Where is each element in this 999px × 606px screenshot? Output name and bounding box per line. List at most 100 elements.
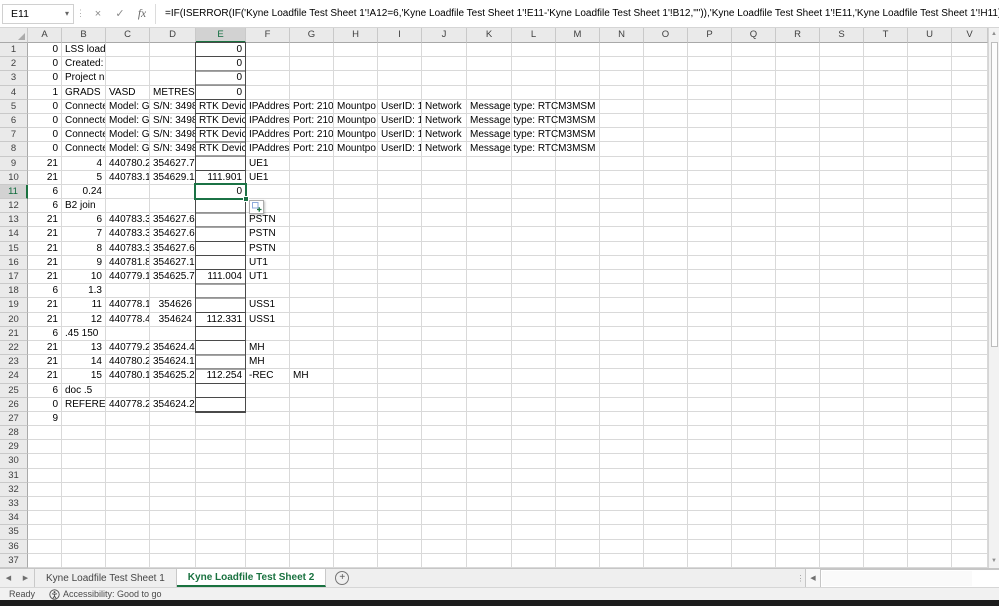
cell-N22[interactable] — [600, 340, 644, 356]
cell-H16[interactable] — [334, 255, 378, 270]
cell-L1[interactable] — [512, 43, 556, 58]
cell-P1[interactable] — [688, 43, 732, 58]
cell-A16[interactable]: 21 — [28, 255, 62, 270]
cell-O32[interactable] — [644, 482, 688, 497]
cell-O21[interactable] — [644, 326, 688, 341]
cell-M25[interactable] — [556, 383, 600, 398]
enter-icon[interactable]: ✓ — [109, 4, 131, 24]
cell-A35[interactable] — [28, 525, 62, 540]
cell-M24[interactable] — [556, 369, 600, 384]
cell-G31[interactable] — [290, 468, 334, 483]
cell-P34[interactable] — [688, 511, 732, 526]
cell-O22[interactable] — [644, 340, 688, 356]
cell-M30[interactable] — [556, 454, 600, 469]
cell-V32[interactable] — [952, 482, 988, 497]
cell-H31[interactable] — [334, 468, 378, 483]
cell-V2[interactable] — [952, 57, 988, 72]
cell-Q35[interactable] — [732, 525, 776, 540]
cell-S3[interactable] — [820, 71, 864, 86]
cell-B6[interactable]: Connecte — [62, 113, 106, 129]
cell-J16[interactable] — [422, 255, 467, 270]
cell-Q2[interactable] — [732, 57, 776, 72]
cell-O4[interactable] — [644, 85, 688, 100]
cell-T1[interactable] — [864, 43, 908, 58]
cell-I17[interactable] — [378, 270, 422, 285]
col-header-P[interactable]: P — [688, 28, 732, 43]
cell-O3[interactable] — [644, 71, 688, 86]
cell-K15[interactable] — [467, 241, 512, 256]
cell-J25[interactable] — [422, 383, 467, 398]
cell-Q3[interactable] — [732, 71, 776, 86]
cell-S26[interactable] — [820, 397, 864, 412]
cell-C23[interactable]: 440780.2 — [106, 355, 150, 370]
cell-N21[interactable] — [600, 326, 644, 341]
cell-C31[interactable] — [106, 468, 150, 483]
cell-C36[interactable] — [106, 539, 150, 554]
cell-P23[interactable] — [688, 355, 732, 370]
cell-E14[interactable] — [196, 227, 246, 242]
cell-U9[interactable] — [908, 156, 952, 171]
cell-E24[interactable]: 112.254 — [196, 369, 246, 384]
cell-T35[interactable] — [864, 525, 908, 540]
cell-F7[interactable]: IPAddres: — [246, 128, 290, 143]
cell-L30[interactable] — [512, 454, 556, 469]
cell-S20[interactable] — [820, 312, 864, 327]
cell-P17[interactable] — [688, 270, 732, 285]
cell-V9[interactable] — [952, 156, 988, 171]
cell-M27[interactable] — [556, 411, 600, 427]
cell-B33[interactable] — [62, 497, 106, 512]
cell-E27[interactable] — [196, 411, 246, 427]
cell-J35[interactable] — [422, 525, 467, 540]
cell-I8[interactable]: UserID: 1 — [378, 142, 422, 157]
cell-I23[interactable] — [378, 355, 422, 370]
cell-A23[interactable]: 21 — [28, 355, 62, 370]
cell-A1[interactable]: 0 — [28, 43, 62, 58]
cell-Q34[interactable] — [732, 511, 776, 526]
cell-H21[interactable] — [334, 326, 378, 341]
cell-J2[interactable] — [422, 57, 467, 72]
cell-E7[interactable]: RTK Device: — [196, 128, 246, 143]
cell-S37[interactable] — [820, 553, 864, 568]
cell-P10[interactable] — [688, 170, 732, 185]
cell-J6[interactable]: Network — [422, 113, 467, 129]
cell-A24[interactable]: 21 — [28, 369, 62, 384]
col-header-T[interactable]: T — [864, 28, 908, 43]
cell-V13[interactable] — [952, 213, 988, 228]
cell-I13[interactable] — [378, 213, 422, 228]
cell-F20[interactable]: USS1 — [246, 312, 290, 327]
cell-D24[interactable]: 354625.2 — [150, 369, 196, 384]
cell-Q15[interactable] — [732, 241, 776, 256]
cell-S5[interactable] — [820, 99, 864, 114]
cell-L10[interactable] — [512, 170, 556, 185]
cell-K26[interactable] — [467, 397, 512, 412]
cell-U33[interactable] — [908, 497, 952, 512]
cell-L4[interactable] — [512, 85, 556, 100]
cell-F13[interactable]: PSTN — [246, 213, 290, 228]
row-header-23[interactable]: 23 — [0, 355, 28, 370]
cell-U8[interactable] — [908, 142, 952, 157]
row-header-33[interactable]: 33 — [0, 497, 28, 512]
row-header-36[interactable]: 36 — [0, 539, 28, 554]
cell-U13[interactable] — [908, 213, 952, 228]
cell-K13[interactable] — [467, 213, 512, 228]
cell-R14[interactable] — [776, 227, 820, 242]
cell-U35[interactable] — [908, 525, 952, 540]
cell-I4[interactable] — [378, 85, 422, 100]
cell-N34[interactable] — [600, 511, 644, 526]
cell-U24[interactable] — [908, 369, 952, 384]
cell-P4[interactable] — [688, 85, 732, 100]
cell-H20[interactable] — [334, 312, 378, 327]
cell-P19[interactable] — [688, 298, 732, 313]
cell-H37[interactable] — [334, 553, 378, 568]
cell-G21[interactable] — [290, 326, 334, 341]
cell-A6[interactable]: 0 — [28, 113, 62, 129]
cell-F4[interactable] — [246, 85, 290, 100]
cell-R10[interactable] — [776, 170, 820, 185]
row-header-15[interactable]: 15 — [0, 241, 28, 256]
cell-I27[interactable] — [378, 411, 422, 427]
cell-U32[interactable] — [908, 482, 952, 497]
col-header-U[interactable]: U — [908, 28, 952, 43]
cell-U20[interactable] — [908, 312, 952, 327]
cell-Q21[interactable] — [732, 326, 776, 341]
cell-T21[interactable] — [864, 326, 908, 341]
